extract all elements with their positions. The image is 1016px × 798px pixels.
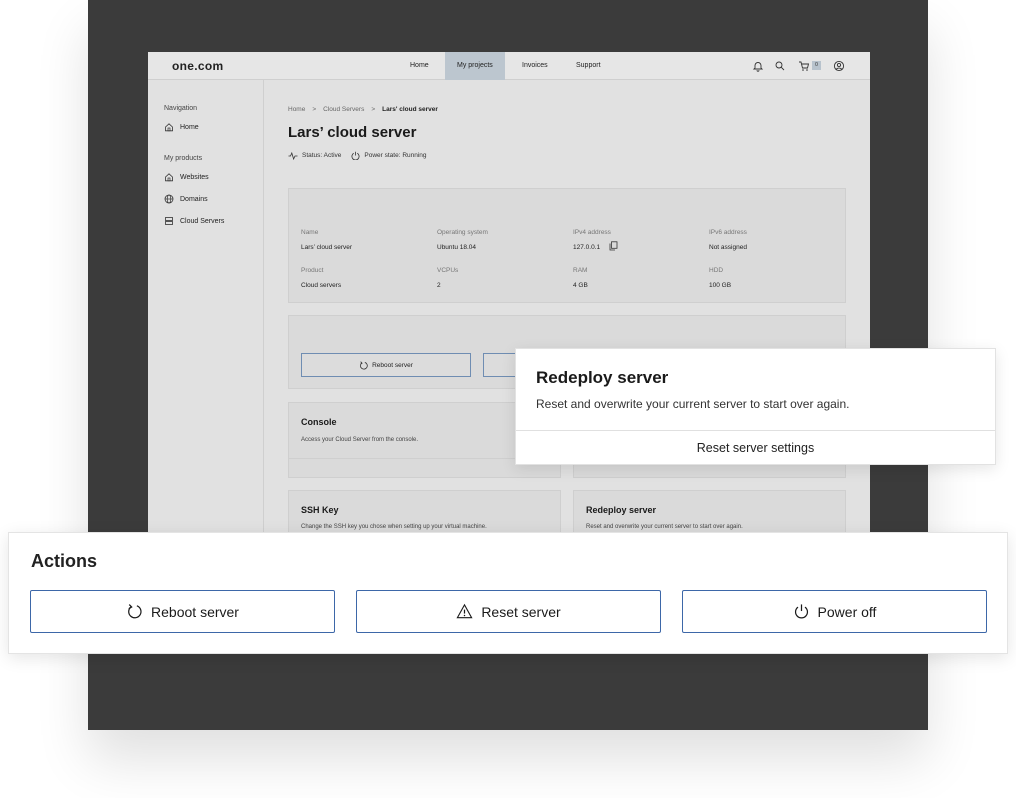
reboot-server-label: Reboot server (151, 603, 239, 620)
reboot-icon (128, 604, 142, 619)
reboot-icon (360, 360, 368, 369)
user-icon[interactable] (833, 60, 845, 72)
cart-icon[interactable] (798, 60, 810, 72)
redeploy-card[interactable]: Redeploy server Reset and overwrite your… (573, 490, 846, 534)
redeploy-description: Reset and overwrite your current server … (586, 524, 743, 530)
sidebar-item-domains[interactable]: Domains (164, 194, 208, 204)
redeploy-title: Redeploy server (586, 505, 657, 515)
ssh-key-description: Change the SSH key you chose when settin… (301, 524, 487, 530)
breadcrumb-home[interactable]: Home (288, 106, 305, 113)
ssh-key-title: SSH Key (301, 505, 339, 515)
activity-icon (288, 151, 298, 160)
sidebar-heading-my-products: My products (164, 155, 203, 162)
info-value-ram: 4 GB (573, 282, 588, 289)
actions-panel: Actions Reboot server Reset server Power… (8, 532, 1008, 654)
sidebar-item-websites[interactable]: Websites (164, 172, 209, 182)
bell-icon[interactable] (752, 60, 764, 72)
info-value-ipv4: 127.0.0.1 (573, 244, 601, 251)
cart-count-badge: 0 (812, 61, 821, 70)
sidebar-item-label: Domains (180, 195, 208, 203)
power-off-label: Power off (817, 603, 877, 620)
info-value-os: Ubuntu 18.04 (437, 244, 477, 251)
inner-reboot-label: Reboot server (372, 361, 413, 369)
info-label-ram: RAM (573, 267, 588, 274)
nav-home[interactable]: Home (410, 52, 429, 80)
logo[interactable]: one.com (172, 59, 223, 73)
reboot-server-button[interactable]: Reboot server (30, 590, 335, 633)
sidebar-item-home[interactable]: Home (164, 122, 199, 132)
console-title: Console (301, 417, 337, 427)
info-label-ipv4: IPv4 address (573, 229, 611, 236)
info-label-vcpus: VCPUs (437, 267, 459, 274)
page-title: Lars’ cloud server (288, 124, 417, 141)
nav-invoices[interactable]: Invoices (522, 52, 548, 80)
info-label-ipv6: IPv6 address (709, 229, 747, 236)
sidebar-item-label: Home (180, 123, 199, 131)
copy-icon[interactable] (609, 241, 618, 251)
search-icon[interactable] (774, 60, 786, 72)
sidebar-item-cloud-servers[interactable]: Cloud Servers (164, 216, 224, 226)
info-label-hdd: HDD (709, 267, 724, 274)
server-icon (165, 217, 173, 225)
warning-icon (456, 603, 473, 619)
ssh-key-card[interactable]: SSH Key Change the SSH key you chose whe… (288, 490, 561, 534)
info-label-name: Name (301, 229, 319, 236)
reset-server-settings-button[interactable]: Reset server settings (516, 431, 995, 465)
home-icon (165, 123, 173, 132)
stage: one.com Home My projects Invoices Suppor… (0, 0, 1016, 798)
info-value-hdd: 100 GB (709, 282, 732, 289)
status-text: Status: Active (302, 152, 342, 159)
info-value-name: Lars’ cloud server (301, 244, 353, 251)
server-info-card: Name Operating system IPv4 address IPv6 … (288, 188, 846, 303)
power-off-button[interactable]: Power off (682, 590, 987, 633)
info-value-product: Cloud servers (301, 282, 342, 289)
sidebar-item-label: Cloud Servers (180, 217, 225, 225)
popup-title: Redeploy server (536, 368, 669, 387)
sidebar: Navigation Home My products Websites Dom… (148, 80, 264, 534)
console-description: Access your Cloud Server from the consol… (301, 437, 419, 443)
sidebar-item-label: Websites (180, 173, 209, 181)
power-state-text: Power state: Running (364, 152, 427, 159)
info-label-os: Operating system (437, 229, 488, 236)
actions-title: Actions (31, 551, 98, 571)
power-icon (794, 604, 808, 619)
inner-reboot-button[interactable]: Reboot server (301, 353, 471, 377)
status-row: Status: Active Power state: Running (288, 151, 427, 160)
breadcrumb-current: Lars' cloud server (382, 106, 438, 113)
nav-my-projects[interactable]: My projects (445, 52, 505, 80)
power-icon (351, 151, 360, 160)
nav-support[interactable]: Support (576, 52, 601, 80)
top-navigation-bar: one.com Home My projects Invoices Suppor… (148, 52, 870, 80)
breadcrumb: Home > Cloud Servers > Lars' cloud serve… (288, 106, 438, 113)
popup-description: Reset and overwrite your current server … (536, 397, 850, 411)
home-icon (165, 173, 173, 182)
breadcrumb-cloud-servers[interactable]: Cloud Servers (323, 106, 364, 113)
reset-server-button[interactable]: Reset server (356, 590, 661, 633)
breadcrumb-separator: > (371, 106, 376, 113)
breadcrumb-separator: > (312, 106, 317, 113)
globe-icon (164, 194, 174, 204)
info-value-vcpus: 2 (437, 282, 441, 289)
reset-server-label: Reset server (481, 603, 561, 620)
info-value-ipv6: Not assigned (709, 244, 747, 251)
sidebar-heading-navigation: Navigation (164, 105, 198, 112)
redeploy-popup: Redeploy server Reset and overwrite your… (515, 348, 996, 465)
info-label-product: Product (301, 267, 324, 274)
